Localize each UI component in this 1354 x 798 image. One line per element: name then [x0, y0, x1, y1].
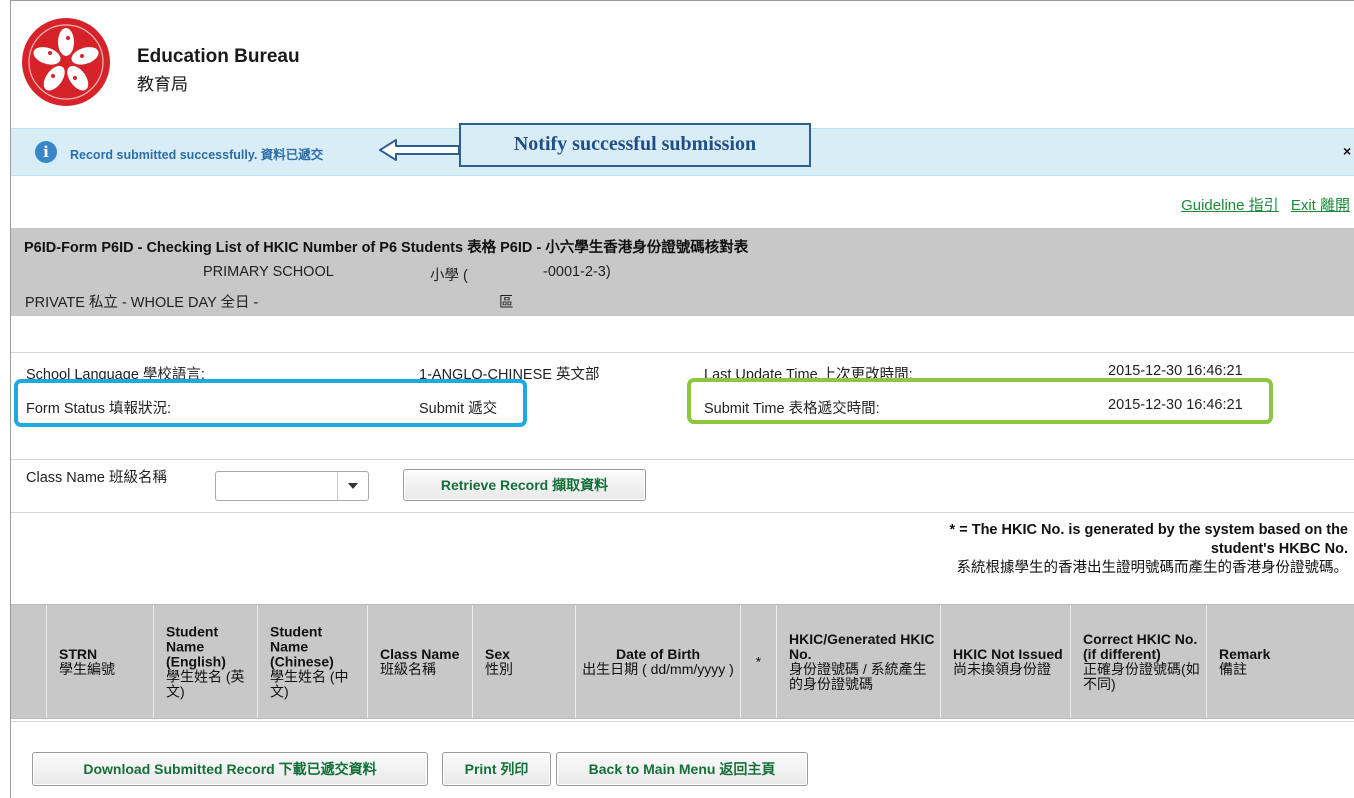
col-strn-en: STRN: [59, 645, 98, 662]
col-header-remark: Remark 備註: [1206, 605, 1354, 718]
col-not-issued-en: HKIC Not Issued: [953, 645, 1063, 662]
submit-time-highlight: [687, 378, 1273, 424]
school-name-zh: 小學 (: [430, 268, 468, 284]
last-update-value: 2015-12-30 16:46:21: [1108, 363, 1243, 379]
col-not-issued-zh: 尚未換領身份證: [953, 660, 1051, 677]
col-header-correct-hkic: Correct HKIC No. (if different) 正確身份證號碼(如…: [1070, 605, 1206, 718]
exit-link[interactable]: Exit 離開: [1291, 197, 1350, 214]
school-code: -0001-2-3): [543, 264, 611, 280]
table-header: STRN 學生編號 Student Name (English) 學生姓名 (英文)…: [11, 604, 1354, 719]
col-correct-en: Correct HKIC No. (if different): [1083, 630, 1198, 662]
col-header-select: [11, 605, 46, 718]
info-icon: i: [35, 141, 57, 163]
notification-bar: i Record submitted successfully. 資料已遞交 N…: [11, 123, 1354, 176]
col-sex-en: Sex: [485, 645, 510, 662]
col-remark-zh: 備註: [1219, 660, 1247, 677]
col-sex-zh: 性別: [485, 660, 513, 677]
divider: [11, 459, 1354, 460]
top-links: Guideline 指引 Exit 離開: [1173, 194, 1350, 215]
col-header-star: *: [740, 605, 776, 718]
guideline-link[interactable]: Guideline 指引: [1181, 197, 1279, 214]
form-title: P6ID-Form P6ID - Checking List of HKIC N…: [24, 240, 749, 256]
divider: [11, 721, 1354, 722]
col-dob-en: Date of Birth: [616, 645, 700, 662]
school-district: 區: [499, 295, 514, 311]
col-header-name-en: Student Name (English) 學生姓名 (英文): [153, 605, 257, 718]
col-remark-en: Remark: [1219, 645, 1271, 662]
retrieve-record-button[interactable]: Retrieve Record 擷取資料: [403, 469, 646, 501]
form-title-panel: P6ID-Form P6ID - Checking List of HKIC N…: [11, 228, 1354, 316]
hkic-note: * = The HKIC No. is generated by the sys…: [950, 521, 1348, 578]
col-header-name-zh: Student Name (Chinese) 學生姓名 (中文): [257, 605, 367, 718]
col-hkic-en: HKIC/Generated HKIC No.: [789, 630, 935, 662]
annotation-callout: Notify successful submission: [459, 123, 811, 167]
chevron-down-icon: [348, 483, 358, 489]
divider: [11, 352, 1354, 353]
school-type: PRIVATE 私立 - WHOLE DAY 全日 -: [25, 295, 259, 311]
hksar-emblem-logo: [20, 16, 112, 108]
close-icon[interactable]: ×: [1343, 143, 1351, 159]
col-header-sex: Sex 性別: [472, 605, 575, 718]
org-name-en: Education Bureau: [137, 46, 300, 67]
class-name-select[interactable]: [215, 471, 369, 501]
col-header-hkic: HKIC/Generated HKIC No. 身份證號碼 / 系統產生的身份證號…: [776, 605, 940, 718]
school-name: PRIMARY SCHOOL: [203, 264, 334, 280]
divider: [11, 512, 1354, 513]
col-correct-zh: 正確身份證號碼(如不同): [1083, 660, 1200, 692]
form-status-highlight: [14, 379, 527, 427]
col-name-en-zh: 學生姓名 (英文): [166, 668, 245, 699]
col-dob-zh: 出生日期 ( dd/mm/yyyy ): [582, 660, 734, 677]
col-name-en-en: Student Name (English): [166, 623, 226, 669]
col-name-zh-zh: 學生姓名 (中文): [270, 668, 349, 699]
col-header-strn: STRN 學生編號: [46, 605, 153, 718]
note-line-1: * = The HKIC No. is generated by the sys…: [949, 522, 1348, 538]
col-hkic-zh: 身份證號碼 / 系統產生的身份證號碼: [789, 660, 927, 692]
notification-message: Record submitted successfully. 資料已遞交: [70, 148, 324, 162]
class-name-label: Class Name 班級名稱: [26, 470, 167, 486]
col-header-hkic-not-issued: HKIC Not Issued 尚未換領身份證: [940, 605, 1070, 718]
col-name-zh-en: Student Name (Chinese): [270, 623, 334, 669]
print-button[interactable]: Print 列印: [442, 752, 551, 786]
col-header-dob: Date of Birth 出生日期 ( dd/mm/yyyy ): [575, 605, 740, 718]
col-strn-zh: 學生編號: [59, 660, 115, 677]
arrow-left-icon: [379, 139, 460, 161]
download-submitted-record-button[interactable]: Download Submitted Record 下載已遞交資料: [32, 752, 428, 786]
back-to-main-menu-button[interactable]: Back to Main Menu 返回主頁: [556, 752, 808, 786]
note-line-2: student's HKBC No.: [1210, 541, 1348, 557]
frame-top-border: [10, 0, 1354, 1]
select-divider: [337, 472, 338, 500]
note-line-3: 系統根據學生的香港出生證明號碼而產生的香港身份證號碼。: [956, 560, 1349, 576]
col-header-class: Class Name 班級名稱: [367, 605, 472, 718]
org-name-zh: 教育局: [137, 75, 188, 94]
col-star: *: [755, 653, 762, 669]
col-class-en: Class Name: [380, 645, 460, 662]
col-class-zh: 班級名稱: [380, 660, 436, 677]
